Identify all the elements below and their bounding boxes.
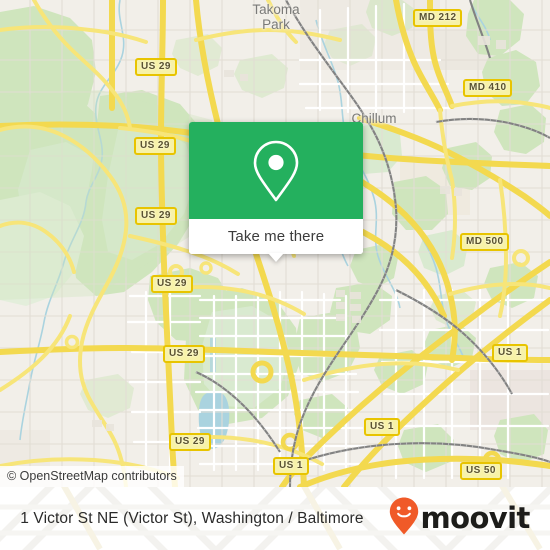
shield-us-29-f: US 29: [169, 433, 211, 451]
map-screenshot: .grn{fill:#cfe5bd} .grn2{fill:#d9ead0} .…: [0, 0, 550, 550]
shield-md-212: MD 212: [413, 9, 463, 27]
moovit-smiley-pin-icon: [388, 496, 420, 541]
location-pin-icon: [250, 139, 302, 203]
card-pointer-triangle: [268, 253, 284, 262]
shield-us-29-b: US 29: [134, 137, 176, 155]
take-me-there-card[interactable]: Take me there: [189, 122, 363, 262]
take-me-there-label: Take me there: [227, 228, 325, 245]
moovit-wordmark: moovit: [420, 501, 531, 535]
shield-us-1-c: US 1: [273, 457, 309, 475]
shield-us-50: US 50: [460, 462, 502, 480]
shield-md-500: MD 500: [460, 233, 510, 251]
shield-us-1-a: US 1: [492, 344, 528, 362]
osm-attribution[interactable]: © OpenStreetMap contributors: [0, 466, 184, 487]
moovit-logo[interactable]: moovit: [388, 496, 530, 541]
shield-us-29-d: US 29: [151, 275, 193, 293]
map-canvas[interactable]: .grn{fill:#cfe5bd} .grn2{fill:#d9ead0} .…: [0, 0, 550, 487]
card-pin-area: [189, 122, 363, 219]
shield-us-1-b: US 1: [364, 418, 400, 436]
shield-us-29-a: US 29: [135, 58, 177, 76]
footer-bar: 1 Victor St NE (Victor St), Washington /…: [0, 487, 550, 550]
shield-us-29-c: US 29: [135, 207, 177, 225]
take-me-there-button[interactable]: Take me there: [189, 219, 363, 262]
shield-us-29-e: US 29: [163, 345, 205, 363]
shield-md-410: MD 410: [463, 79, 513, 97]
address-label: 1 Victor St NE (Victor St), Washington /…: [20, 509, 364, 527]
